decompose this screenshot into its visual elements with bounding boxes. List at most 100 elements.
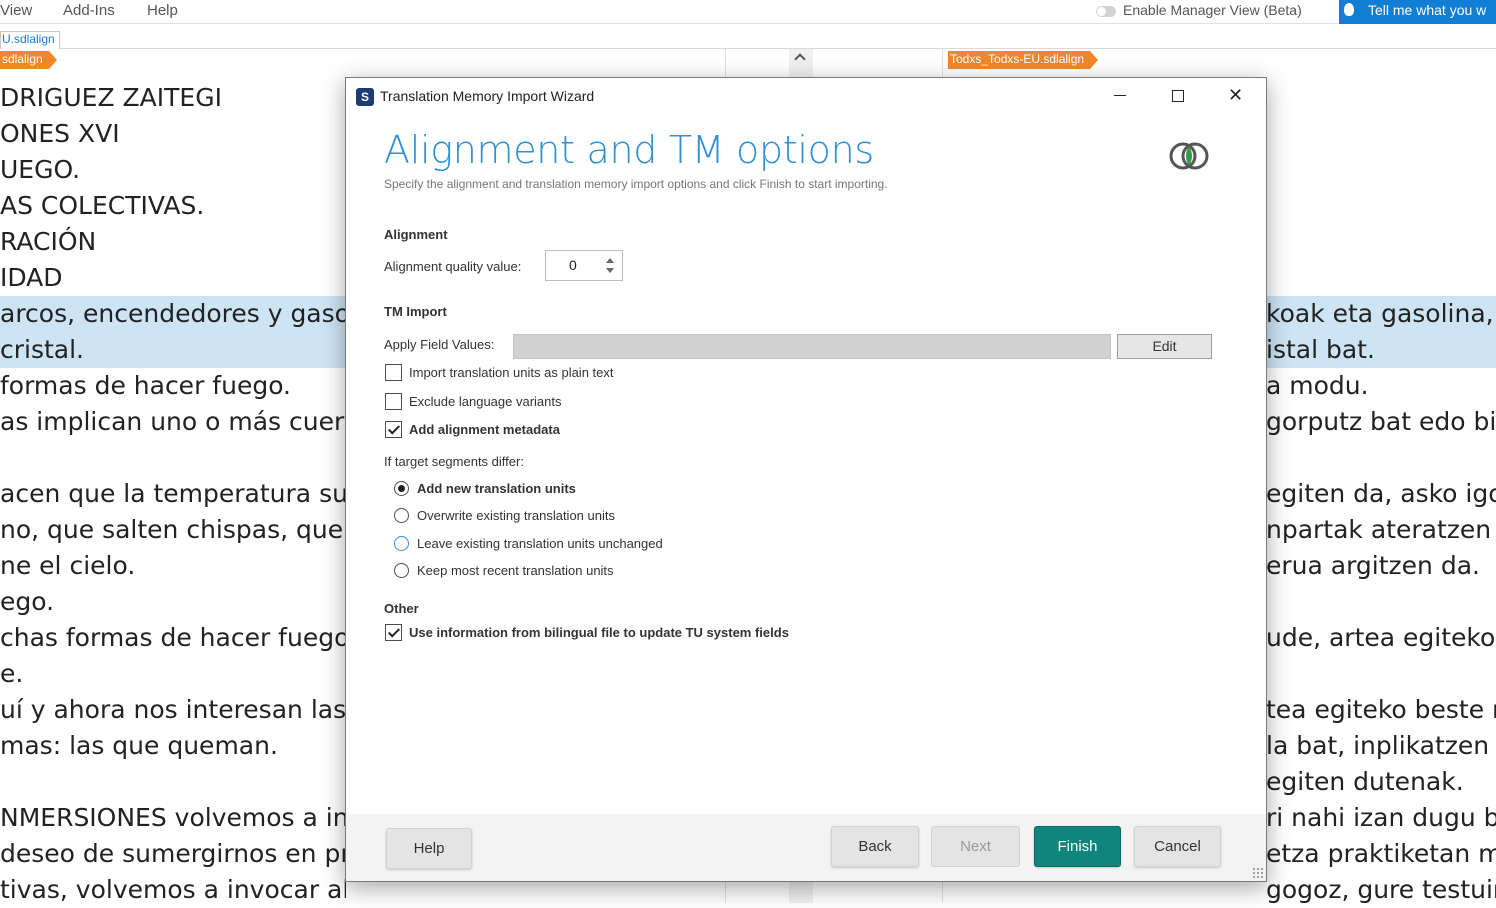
target-segment-line[interactable]: etza praktiketan mu bbox=[1266, 836, 1496, 872]
menu-bar: View Add-Ins Help Enable Manager View (B… bbox=[0, 0, 1496, 24]
source-segment-line[interactable]: AS COLECTIVAS. bbox=[0, 188, 346, 224]
add-new-tu-label: Add new translation units bbox=[417, 481, 576, 496]
target-segment-line[interactable] bbox=[1266, 116, 1496, 152]
target-segment-line[interactable] bbox=[1266, 80, 1496, 116]
overwrite-tu-label: Overwrite existing translation units bbox=[417, 508, 615, 523]
alignment-rings-icon bbox=[1169, 142, 1209, 170]
update-tu-system-fields-label: Use information from bilingual file to u… bbox=[409, 625, 789, 640]
minimize-icon bbox=[1114, 95, 1126, 96]
document-tab[interactable]: U.sdlalign bbox=[0, 31, 60, 49]
update-tu-system-fields-checkbox[interactable] bbox=[385, 624, 402, 641]
source-segment-line[interactable]: acen que la temperatura suba bbox=[0, 476, 346, 512]
dialog-title: Translation Memory Import Wizard bbox=[380, 88, 595, 104]
target-segment-line[interactable]: npartak ateratzen di bbox=[1266, 512, 1496, 548]
manager-view-label: Enable Manager View (Beta) bbox=[1123, 2, 1302, 18]
tell-me-text: Tell me what you w bbox=[1368, 2, 1487, 18]
source-segment-line[interactable]: e. bbox=[0, 656, 346, 692]
target-segment-line[interactable]: koak eta gasolina, b bbox=[1266, 296, 1496, 332]
help-button[interactable]: Help bbox=[386, 828, 472, 869]
target-segment-line[interactable] bbox=[1266, 188, 1496, 224]
source-segment-line[interactable]: NMERSIONES volvemos a invo bbox=[0, 800, 346, 836]
keep-recent-radio[interactable] bbox=[394, 563, 409, 578]
target-segment-line[interactable]: ude, artea egiteko n bbox=[1266, 620, 1496, 656]
target-segment-line[interactable]: istal bat. bbox=[1266, 332, 1496, 368]
alignment-section-header: Alignment bbox=[384, 227, 448, 242]
alignment-metadata-label: Add alignment metadata bbox=[409, 422, 560, 437]
target-segment-line[interactable] bbox=[1266, 440, 1496, 476]
source-segment-line[interactable]: mas: las que queman. bbox=[0, 728, 346, 764]
tell-me-box[interactable]: Tell me what you w bbox=[1339, 0, 1496, 24]
overwrite-tu-radio[interactable] bbox=[394, 508, 409, 523]
alignment-metadata-checkbox[interactable] bbox=[385, 421, 402, 438]
target-segment-line[interactable]: la bat, inplikatzen d bbox=[1266, 728, 1496, 764]
lightbulb-icon bbox=[1344, 3, 1354, 16]
resize-grip-icon[interactable] bbox=[1252, 867, 1264, 879]
stepper-down-icon[interactable] bbox=[606, 268, 614, 273]
keep-recent-label: Keep most recent translation units bbox=[417, 563, 614, 578]
target-segment-line[interactable] bbox=[1266, 152, 1496, 188]
plain-text-checkbox[interactable] bbox=[385, 364, 402, 381]
target-segment-line[interactable] bbox=[1266, 224, 1496, 260]
menu-help[interactable]: Help bbox=[147, 2, 178, 19]
alignment-quality-value: 0 bbox=[569, 257, 577, 273]
manager-view-toggle[interactable] bbox=[1096, 6, 1116, 17]
target-segment-line[interactable]: a modu. bbox=[1266, 368, 1496, 404]
source-segment-line[interactable]: deseo de sumergirnos en prá bbox=[0, 836, 346, 872]
target-segment-line[interactable] bbox=[1266, 260, 1496, 296]
stepper-up-icon[interactable] bbox=[606, 258, 614, 263]
target-segment-line[interactable]: erua argitzen da. bbox=[1266, 548, 1496, 584]
apply-field-values-field bbox=[513, 334, 1111, 359]
minimize-button[interactable] bbox=[1090, 78, 1148, 114]
page-heading: Alignment and TM options bbox=[384, 128, 874, 172]
dialog-titlebar[interactable]: S Translation Memory Import Wizard ✕ bbox=[346, 78, 1266, 116]
tm-import-section-header: TM Import bbox=[384, 304, 447, 319]
source-segment-line[interactable]: as implican uno o más cuerpo bbox=[0, 404, 346, 440]
source-segment-line[interactable]: DRIGUEZ ZAITEGI bbox=[0, 80, 346, 116]
dialog-footer: Help Back Next Finish Cancel bbox=[346, 814, 1266, 881]
source-segment-line[interactable]: UEGO. bbox=[0, 152, 346, 188]
alignment-quality-stepper[interactable]: 0 bbox=[545, 250, 623, 281]
source-segment-line[interactable]: formas de hacer fuego. bbox=[0, 368, 346, 404]
source-segment-line[interactable]: RACIÓN bbox=[0, 224, 346, 260]
close-button[interactable]: ✕ bbox=[1206, 78, 1264, 114]
source-segment-line[interactable]: ONES XVI bbox=[0, 116, 346, 152]
target-segment-line[interactable] bbox=[1266, 656, 1496, 692]
target-segment-line[interactable]: gorputz bat edo bi b bbox=[1266, 404, 1496, 440]
source-segment-line[interactable]: no, que salten chispas, que br bbox=[0, 512, 346, 548]
document-tab-strip: U.sdlalign bbox=[0, 24, 1496, 49]
maximize-icon bbox=[1172, 90, 1184, 102]
other-section-header: Other bbox=[384, 601, 419, 616]
source-segment-line[interactable]: arcos, encendedores y gasolin bbox=[0, 296, 346, 332]
next-button[interactable]: Next bbox=[931, 826, 1020, 867]
source-segment-line[interactable]: uí y ahora nos interesan las qu bbox=[0, 692, 346, 728]
source-segment-line[interactable] bbox=[0, 440, 346, 476]
menu-addins[interactable]: Add-Ins bbox=[63, 2, 115, 19]
source-segment-line[interactable]: ego. bbox=[0, 584, 346, 620]
back-button[interactable]: Back bbox=[831, 826, 919, 867]
target-segment-line[interactable]: ri nahi izan dugu be bbox=[1266, 800, 1496, 836]
target-differ-label: If target segments differ: bbox=[384, 454, 524, 469]
source-segment-line[interactable]: IDAD bbox=[0, 260, 346, 296]
target-segment-line[interactable]: tea egiteko beste m bbox=[1266, 692, 1496, 728]
maximize-button[interactable] bbox=[1148, 78, 1206, 114]
menu-view[interactable]: View bbox=[0, 2, 32, 19]
scroll-up-icon[interactable] bbox=[794, 53, 806, 65]
plain-text-label: Import translation units as plain text bbox=[409, 365, 614, 380]
close-icon: ✕ bbox=[1228, 85, 1244, 106]
import-wizard-dialog: S Translation Memory Import Wizard ✕ Ali… bbox=[345, 77, 1267, 882]
cancel-button[interactable]: Cancel bbox=[1134, 826, 1221, 867]
leave-unchanged-radio[interactable] bbox=[394, 536, 409, 551]
source-segment-line[interactable]: cristal. bbox=[0, 332, 346, 368]
finish-button[interactable]: Finish bbox=[1034, 826, 1121, 867]
edit-field-values-button[interactable]: Edit bbox=[1117, 334, 1212, 359]
target-segment-line[interactable]: egiten da, asko igo bbox=[1266, 476, 1496, 512]
add-new-tu-radio[interactable] bbox=[394, 481, 409, 496]
target-segment-line[interactable]: egiten dutenak. bbox=[1266, 764, 1496, 800]
target-segment-line[interactable] bbox=[1266, 584, 1496, 620]
source-segment-line[interactable] bbox=[0, 764, 346, 800]
source-segment-line[interactable]: chas formas de hacer fuego ig bbox=[0, 620, 346, 656]
source-segment-line[interactable]: ne el cielo. bbox=[0, 548, 346, 584]
right-file-tag: Todxs_Todxs-EU.sdlalign bbox=[948, 51, 1099, 69]
exclude-variants-checkbox[interactable] bbox=[385, 393, 402, 410]
page-subtitle: Specify the alignment and translation me… bbox=[384, 177, 888, 191]
